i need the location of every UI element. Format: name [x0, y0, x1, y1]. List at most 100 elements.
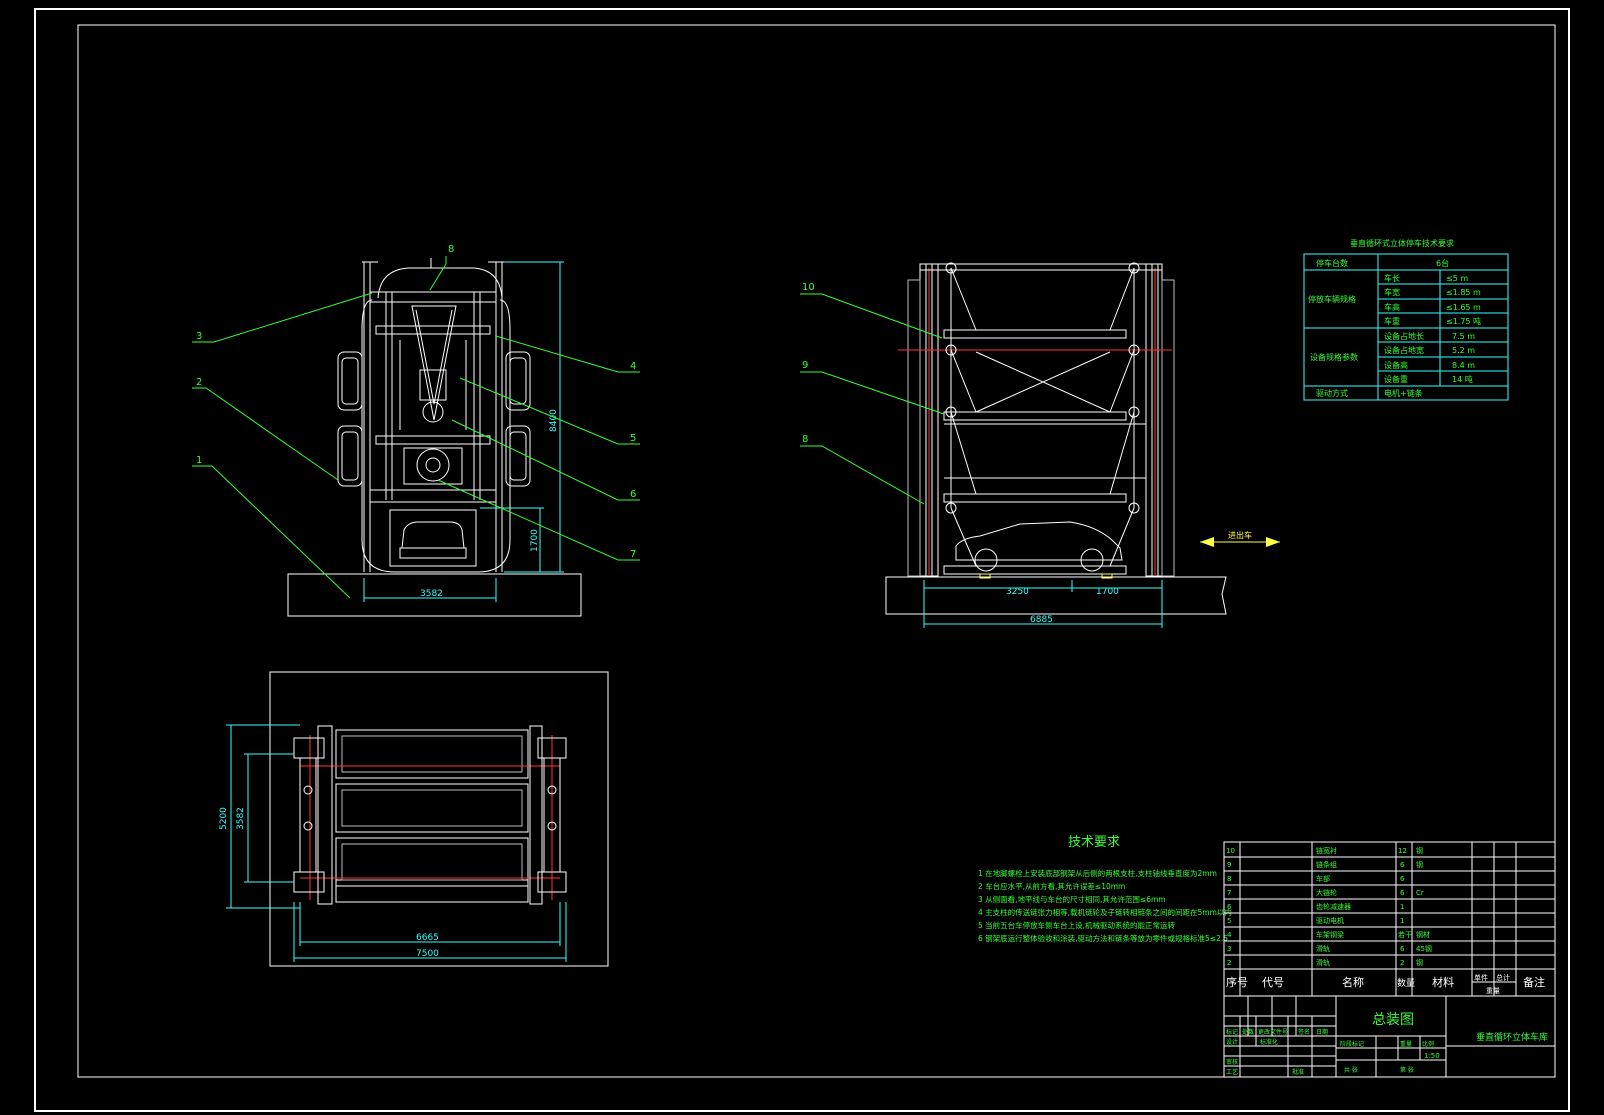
- spec-footer-label: 驱动方式: [1316, 388, 1348, 398]
- bom-mat: 钢: [1416, 860, 1423, 869]
- dim-side-b: 1700: [1096, 587, 1119, 597]
- dim-front-height: 8400: [549, 409, 559, 432]
- tb-sheet: 第 张: [1400, 1066, 1414, 1074]
- bom-name: 齿轮减速器: [1316, 902, 1351, 911]
- bom-header-weight: 重量: [1486, 987, 1500, 995]
- bom-no: 6: [1227, 903, 1232, 911]
- spec-title: 垂直循环式立体停车技术要求: [1350, 238, 1454, 248]
- spec-row-v: ≤5 m: [1446, 274, 1468, 283]
- spec-row-k: 设备重: [1384, 374, 1408, 384]
- bom-header-mat: 材料: [1432, 975, 1454, 989]
- tb-count: 处数: [1242, 1028, 1254, 1036]
- bom-name: 驱动电机: [1316, 916, 1344, 925]
- callout-front-3: 3: [196, 331, 202, 342]
- callout-front-1: 1: [196, 455, 202, 466]
- top-sprocket-arc: [377, 267, 503, 299]
- tb-sheets: 共 张: [1344, 1066, 1358, 1074]
- bom-no: 9: [1227, 861, 1231, 869]
- pallets: [943, 329, 1146, 575]
- drawing-name: 总装图: [1372, 1012, 1414, 1028]
- spec-row-v: 5.2 m: [1452, 346, 1475, 355]
- spec-row-v: ≤1.75 吨: [1446, 316, 1481, 326]
- tech-title: 技术要求: [1068, 835, 1120, 850]
- bom-qty: 1: [1400, 917, 1404, 925]
- spec-group-equipment: 设备规格参数: [1310, 352, 1358, 362]
- bom-no: 4: [1227, 931, 1232, 939]
- spec-row-k: 设备高: [1384, 360, 1408, 370]
- tb-design: 设计: [1226, 1038, 1238, 1046]
- side-foundation: [885, 576, 1227, 615]
- product-name: 垂直循环立体车库: [1476, 1031, 1548, 1043]
- spec-row-v: 8.4 m: [1452, 361, 1475, 370]
- spec-row-k: 设备占地长: [1384, 331, 1424, 341]
- dim-plan-outer-w: 7500: [416, 949, 439, 959]
- bom-name: 大链轮: [1316, 888, 1337, 897]
- bom-no: 10: [1226, 847, 1235, 855]
- bom-qty: 6: [1400, 945, 1405, 953]
- tech-item: 6 钢架底运行整体验收和涂装,驱动方法和链条等放为零件或规格标准5≤2.5: [978, 933, 1228, 943]
- tb-zone: 更改文件号: [1258, 1028, 1288, 1036]
- bom-name: 链条组: [1316, 860, 1337, 869]
- callout-side-10: 10: [802, 282, 815, 293]
- callout-front-7: 7: [630, 549, 636, 560]
- tb-sign: 签名: [1298, 1028, 1310, 1036]
- plan-view: 5200 3582 6665 7500: [219, 671, 609, 967]
- outer-frame: [34, 8, 1570, 1112]
- bom-qty: 6: [1400, 875, 1405, 883]
- spec-footer-value: 电机+链条: [1384, 388, 1423, 398]
- bom-no: 8: [1227, 875, 1231, 883]
- plan-frame: [269, 671, 609, 967]
- bom-qty: 若干: [1398, 930, 1412, 939]
- tech-item: 2 车台应水平,从前方看,其允许误差≤10mm: [978, 881, 1125, 891]
- spec-table: 垂直循环式立体停车技术要求 停车台数 6台 停放车辆规格 设备规格参数 车长 ≤…: [1303, 238, 1509, 401]
- dim-front-width: 3582: [420, 589, 443, 599]
- spec-group-vehicle: 停放车辆规格: [1308, 294, 1356, 304]
- side-view: 3250 1700 6885 进出车 10 9 8: [800, 262, 1280, 628]
- bom-mat: 钢: [1416, 846, 1423, 855]
- callout-side-8: 8: [802, 434, 808, 445]
- spec-header-label: 停车台数: [1316, 258, 1348, 268]
- spec-row-k: 车长: [1384, 273, 1400, 283]
- spec-row-v: ≤1.85 m: [1446, 288, 1481, 297]
- callout-front-8: 8: [448, 244, 454, 255]
- dim-plan-inner-w: 6665: [416, 933, 439, 943]
- bom-mat: Cr: [1416, 889, 1424, 897]
- spec-row-k: 车高: [1384, 302, 1400, 312]
- bom-header-unit: 单件: [1474, 973, 1488, 982]
- dim-plan-inner-h: 3582: [236, 807, 246, 830]
- callout-front-2: 2: [196, 377, 202, 388]
- dim-plan-outer-h: 5200: [219, 807, 229, 830]
- bom-name: 车架钢梁: [1316, 930, 1344, 939]
- dim-side-a: 3250: [1006, 587, 1029, 597]
- spec-row-k: 车宽: [1384, 287, 1400, 297]
- bom-no: 2: [1227, 959, 1231, 967]
- tech-requirements: 技术要求 1 在地脚螺栓上安装底部钢架从后侧的两根支柱,支柱轴线垂直度为2mm …: [978, 835, 1232, 943]
- bom-header-remark: 备注: [1523, 975, 1545, 989]
- bom-mat: 45钢: [1416, 944, 1432, 953]
- bom-no: 3: [1227, 945, 1231, 953]
- tech-item: 5 当前五台车停放车侧车台上设,机械驱动系统的能正常运转: [978, 920, 1176, 930]
- spec-header-value: 6台: [1436, 258, 1449, 268]
- bom-name: 车部: [1316, 874, 1330, 883]
- bom-header-name: 名称: [1342, 975, 1364, 989]
- bom-name: 链宽衬: [1316, 846, 1337, 855]
- side-car: [955, 521, 1123, 561]
- bom-qty: 6: [1400, 889, 1405, 897]
- front-view: 3582 8400 1700 8 3 2 1 4 5 6 7: [192, 244, 640, 617]
- spec-row-v: 7.5 m: [1452, 332, 1475, 341]
- bom-no: 7: [1227, 889, 1231, 897]
- bom-header-total: 总计: [1496, 973, 1510, 982]
- bom-header-qty: 数量: [1397, 977, 1415, 989]
- tb-craft: 工艺: [1226, 1068, 1238, 1076]
- tb-review: 审核: [1226, 1058, 1238, 1066]
- tb-date: 日期: [1316, 1028, 1328, 1036]
- bom-header-code: 代号: [1262, 976, 1284, 989]
- bom-qty: 12: [1398, 847, 1407, 855]
- callout-front-5: 5: [630, 433, 636, 444]
- spec-row-v: ≤1.65 m: [1446, 303, 1481, 312]
- bom-name: 滑轨: [1316, 944, 1330, 953]
- bom-mat: 钢: [1416, 958, 1423, 967]
- tb-weight: 重量: [1400, 1040, 1412, 1048]
- tech-item: 4 主支柱的传送链张力相等,载机链轮及子链转相链条之间的间距在5mm以内: [978, 907, 1232, 917]
- entry-label: 进出车: [1228, 530, 1252, 540]
